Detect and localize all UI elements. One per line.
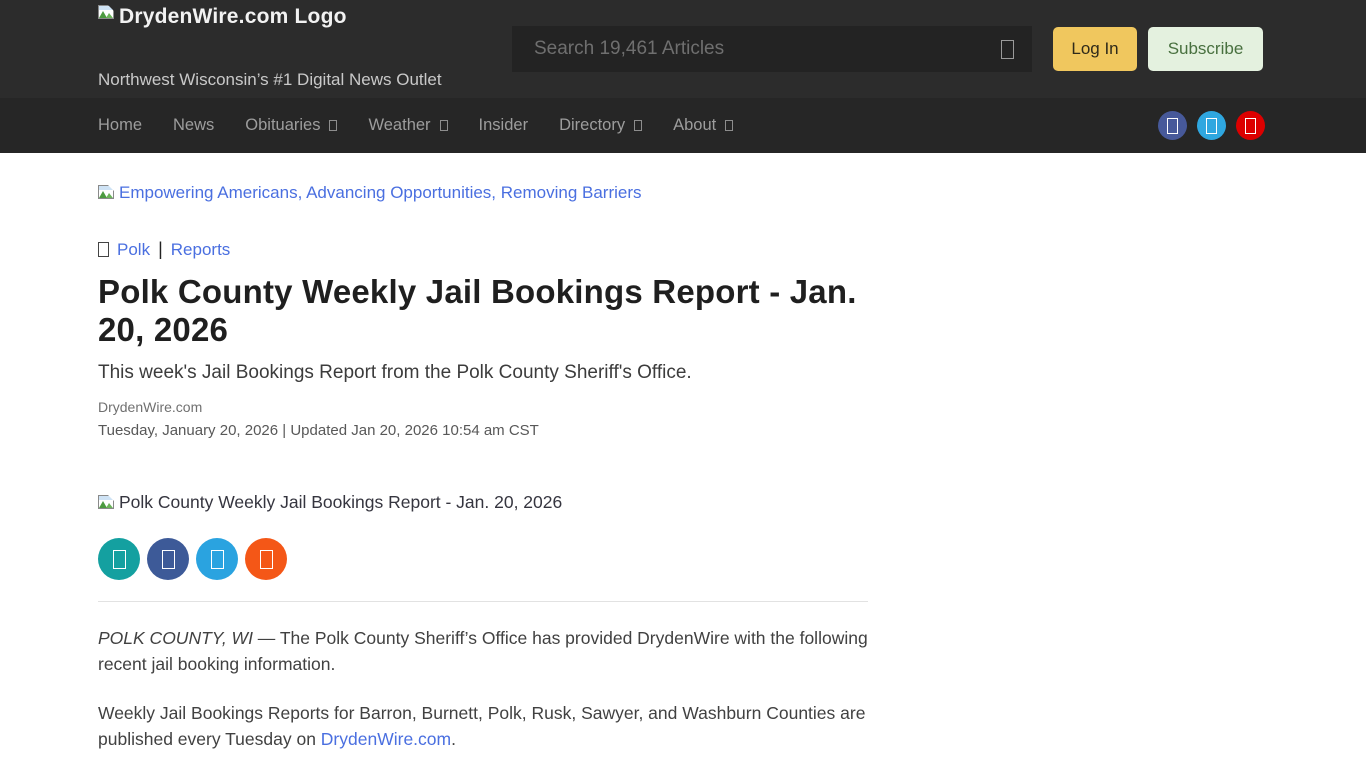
breadcrumb-category-link[interactable]: Polk — [117, 240, 150, 260]
dateline-lead: POLK COUNTY, WI — [98, 628, 253, 648]
article-paragraph: Weekly Jail Bookings Reports for Barron,… — [98, 700, 868, 752]
paragraph-text: Weekly Jail Bookings Reports for Barron,… — [98, 703, 865, 749]
breadcrumb-separator: | — [158, 239, 163, 260]
breadcrumb-section-link[interactable]: Reports — [171, 240, 231, 260]
breadcrumb: Polk | Reports — [98, 239, 868, 260]
site-logo[interactable]: DrydenWire.com Logo — [98, 5, 347, 29]
search-bar — [512, 26, 1032, 72]
dash: — — [253, 628, 280, 648]
logo-alt-text: DrydenWire.com Logo — [119, 5, 347, 29]
chevron-down-icon — [634, 120, 642, 131]
drydenwire-link[interactable]: DrydenWire.com — [321, 729, 451, 749]
broken-image-icon — [98, 495, 116, 511]
article-divider — [98, 601, 868, 602]
article-subtitle: This week's Jail Bookings Report from th… — [98, 362, 868, 384]
chevron-down-icon — [725, 120, 733, 131]
more-share-button[interactable] — [245, 538, 287, 580]
facebook-share-button[interactable] — [147, 538, 189, 580]
image-alt-text: Polk County Weekly Jail Bookings Report … — [119, 492, 562, 513]
icon-glyph — [211, 550, 224, 569]
main-nav: Home News Obituaries Weather Insider Dir… — [0, 98, 1366, 153]
icon-glyph — [113, 550, 126, 569]
nav-item-weather[interactable]: Weather — [368, 116, 447, 135]
page-title: Polk County Weekly Jail Bookings Report … — [98, 273, 868, 349]
search-icon[interactable] — [1001, 40, 1014, 59]
youtube-icon[interactable] — [1236, 111, 1265, 140]
icon-glyph — [1245, 118, 1256, 134]
chevron-down-icon — [440, 120, 448, 131]
nav-item-about[interactable]: About — [673, 116, 733, 135]
broken-image-icon — [98, 5, 116, 21]
site-tagline: Northwest Wisconsin’s #1 Digital News Ou… — [98, 70, 442, 90]
chevron-down-icon — [329, 120, 337, 131]
broken-image-icon — [98, 185, 116, 201]
article-byline: DrydenWire.com — [98, 399, 868, 415]
nav-item-insider[interactable]: Insider — [479, 116, 529, 135]
article-image: Polk County Weekly Jail Bookings Report … — [98, 492, 868, 513]
nav-item-obituaries[interactable]: Obituaries — [245, 116, 337, 135]
icon-glyph — [1167, 118, 1178, 134]
share-button[interactable] — [98, 538, 140, 580]
icon-glyph — [162, 550, 175, 569]
article-page: Empowering Americans, Advancing Opportun… — [0, 153, 1366, 768]
twitter-icon[interactable] — [1197, 111, 1226, 140]
search-input[interactable] — [512, 26, 1032, 72]
article-paragraph: POLK COUNTY, WI — The Polk County Sherif… — [98, 625, 868, 677]
banner-alt-text: Empowering Americans, Advancing Opportun… — [119, 183, 642, 203]
twitter-share-button[interactable] — [196, 538, 238, 580]
nav-item-directory[interactable]: Directory — [559, 116, 642, 135]
top-banner-link[interactable]: Empowering Americans, Advancing Opportun… — [98, 183, 868, 203]
article-dateline: Tuesday, January 20, 2026 | Updated Jan … — [98, 422, 868, 439]
icon-glyph — [1206, 118, 1217, 134]
site-header: DrydenWire.com Logo Northwest Wisconsin’… — [0, 0, 1366, 98]
paragraph-text: . — [451, 729, 456, 749]
share-buttons — [98, 538, 868, 580]
login-button[interactable]: Log In — [1053, 27, 1137, 71]
icon-glyph — [260, 550, 273, 569]
facebook-icon[interactable] — [1158, 111, 1187, 140]
nav-item-home[interactable]: Home — [98, 116, 142, 135]
category-icon — [98, 242, 109, 257]
subscribe-button[interactable]: Subscribe — [1148, 27, 1263, 71]
nav-item-news[interactable]: News — [173, 116, 214, 135]
